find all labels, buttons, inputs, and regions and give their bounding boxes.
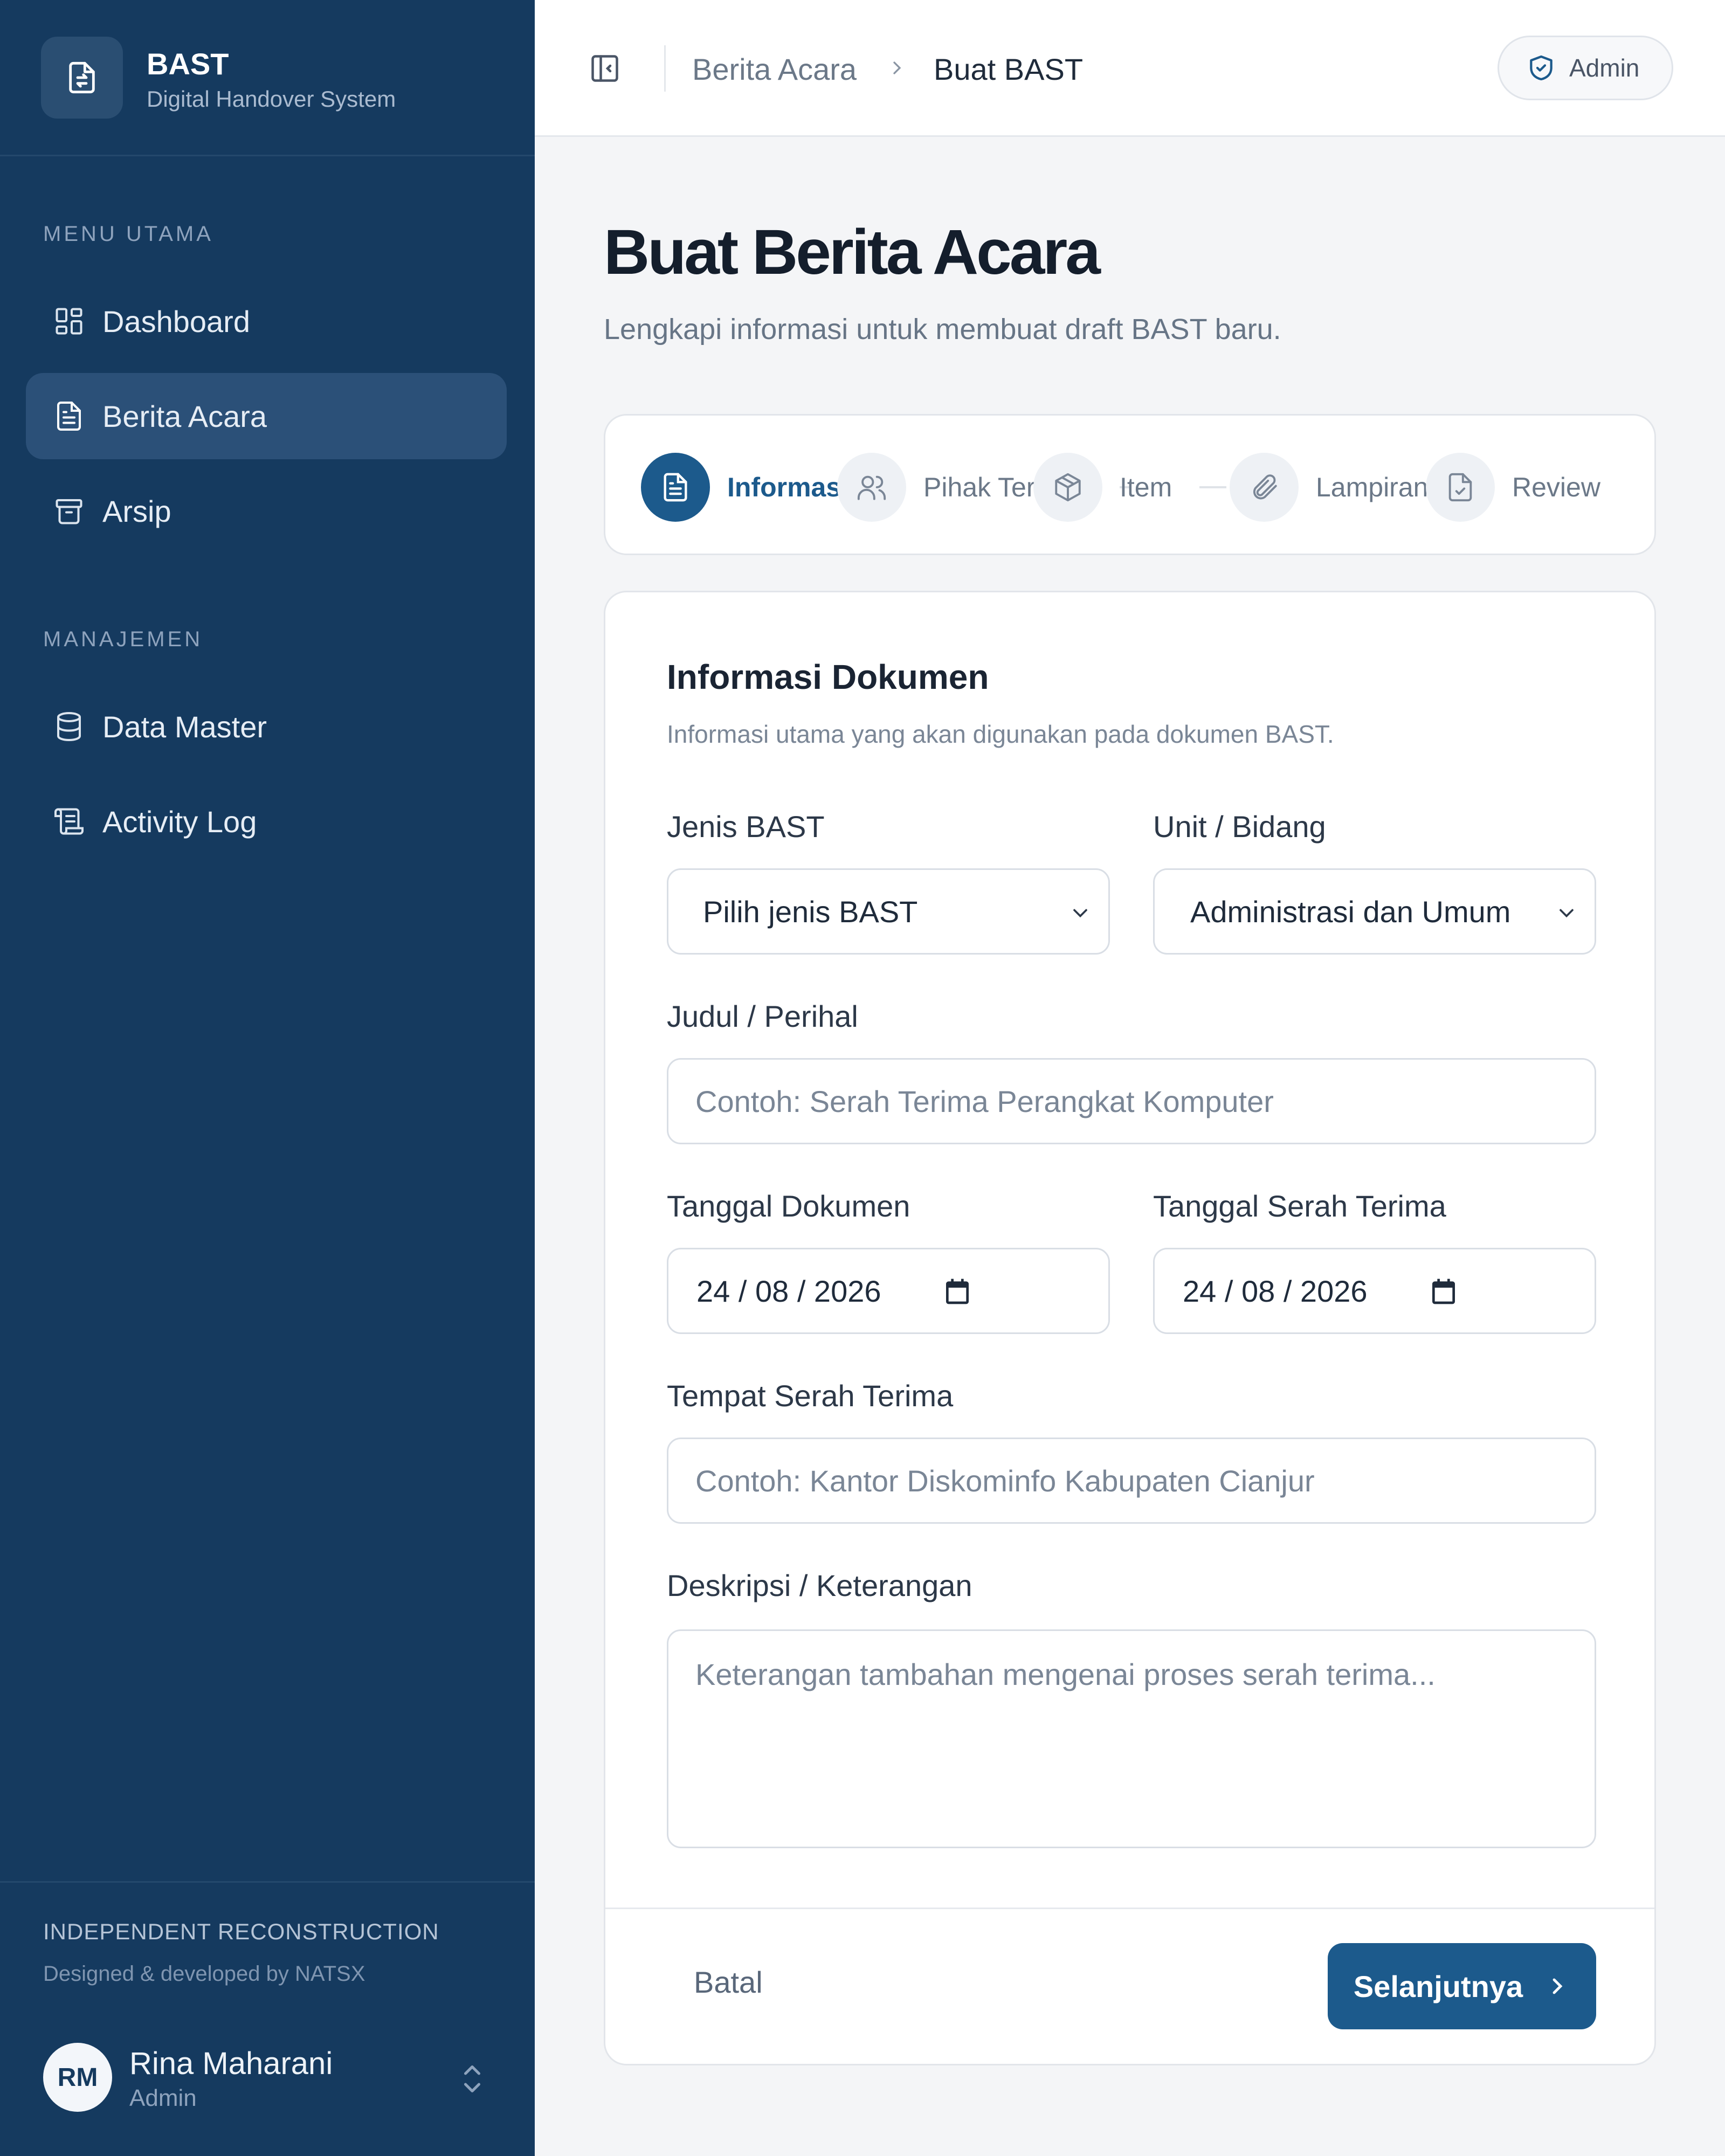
deskripsi-placeholder: Keterangan tambahan mengenai proses sera… (695, 1657, 1436, 1691)
step-lampiran[interactable]: Lampiran (1230, 452, 1429, 522)
chevron-up-down-icon[interactable] (458, 2060, 486, 2098)
unit-bidang-value: Administrasi dan Umum (1190, 894, 1511, 929)
calendar-icon[interactable] (942, 1276, 972, 1307)
breadcrumb-item-current: Buat BAST (934, 52, 1084, 86)
tanggal-dokumen-input[interactable]: 24 / 08 / 2026 (667, 1248, 1110, 1334)
database-icon (52, 709, 86, 744)
chevron-right-icon (1544, 1973, 1570, 1999)
tempat-input[interactable]: Contoh: Kantor Diskominfo Kabupaten Cian… (667, 1438, 1596, 1524)
step-pihak[interactable]: Pihak Ter (837, 452, 1034, 522)
form-section-subtitle: Informasi utama yang akan digunakan pada… (667, 720, 1334, 748)
card-footer-divider (605, 1908, 1654, 1909)
document-transfer-icon (41, 37, 123, 119)
sidebar-item-dashboard[interactable]: Dashboard (26, 278, 507, 364)
jenis-bast-select[interactable]: Pilih jenis BAST (667, 868, 1110, 955)
dashboard-grid-icon (52, 304, 86, 338)
judul-label: Judul / Perihal (667, 999, 858, 1033)
reconstruction-title: INDEPENDENT RECONSTRUCTION (43, 1919, 439, 1944)
avatar[interactable]: RM (43, 2043, 112, 2112)
document-icon (52, 399, 86, 433)
package-icon (1033, 453, 1102, 522)
role-badge-label: Admin (1569, 54, 1640, 82)
sidebar-item-label: Activity Log (102, 804, 257, 839)
user-role: Admin (129, 2085, 197, 2111)
role-badge[interactable]: Admin (1498, 36, 1673, 100)
step-review[interactable]: Review (1426, 452, 1631, 522)
step-label: Pihak Ter (923, 472, 1034, 502)
sidebar-item-arsip[interactable]: Arsip (26, 468, 507, 554)
tanggal-dokumen-label: Tanggal Dokumen (667, 1189, 910, 1223)
next-button[interactable]: Selanjutnya (1328, 1943, 1596, 2029)
divider (664, 45, 666, 92)
section-label-menu-utama: MENU UTAMA (43, 222, 213, 246)
brand-subtitle: Digital Handover System (147, 86, 396, 112)
judul-placeholder: Contoh: Serah Terima Perangkat Komputer (695, 1084, 1274, 1118)
sidebar-toggle-icon[interactable] (589, 52, 621, 85)
calendar-icon[interactable] (1429, 1276, 1459, 1307)
sidebar-item-label: Dashboard (102, 304, 250, 338)
brand-title: BAST (147, 47, 229, 81)
cancel-button[interactable]: Batal (694, 1965, 763, 2000)
stepper: Informasi Pihak Ter Item Lampiran Review (604, 414, 1656, 555)
sidebar-item-label: Data Master (102, 709, 267, 744)
tempat-label: Tempat Serah Terima (667, 1379, 954, 1413)
jenis-bast-value: Pilih jenis BAST (703, 894, 918, 929)
scroll-icon (52, 804, 86, 839)
tempat-placeholder: Contoh: Kantor Diskominfo Kabupaten Cian… (695, 1463, 1315, 1498)
chevron-down-icon (1555, 901, 1578, 925)
tanggal-dokumen-value: 24 / 08 / 2026 (696, 1274, 881, 1308)
sidebar-item-label: Berita Acara (102, 399, 267, 433)
sidebar: BAST Digital Handover System MENU UTAMA … (0, 0, 535, 2156)
tanggal-serah-value: 24 / 08 / 2026 (1183, 1274, 1368, 1308)
tanggal-serah-input[interactable]: 24 / 08 / 2026 (1153, 1248, 1596, 1334)
jenis-bast-label: Jenis BAST (667, 810, 825, 844)
tanggal-serah-label: Tanggal Serah Terima (1153, 1189, 1446, 1223)
chevron-right-icon (886, 57, 908, 79)
sidebar-item-activity-log[interactable]: Activity Log (26, 778, 507, 865)
next-button-label: Selanjutnya (1353, 1969, 1523, 2003)
deskripsi-textarea[interactable]: Keterangan tambahan mengenai proses sera… (667, 1629, 1596, 1848)
unit-bidang-select[interactable]: Administrasi dan Umum (1153, 868, 1596, 955)
sidebar-footer-divider (0, 1881, 535, 1883)
brand-header: BAST Digital Handover System (0, 0, 535, 156)
paperclip-icon (1230, 453, 1299, 522)
top-bar: Berita Acara Buat BAST Admin (535, 0, 1725, 137)
step-item[interactable]: Item (1033, 452, 1211, 522)
step-label: Informasi (727, 472, 840, 502)
user-name[interactable]: Rina Maharani (129, 2046, 333, 2082)
sidebar-item-label: Arsip (102, 494, 171, 528)
shield-check-icon (1526, 53, 1556, 83)
document-icon (641, 453, 710, 522)
breadcrumb-item-berita-acara[interactable]: Berita Acara (692, 52, 857, 87)
judul-input[interactable]: Contoh: Serah Terima Perangkat Komputer (667, 1058, 1596, 1144)
sidebar-item-berita-acara[interactable]: Berita Acara (26, 373, 507, 459)
file-check-icon (1426, 453, 1495, 522)
users-icon (837, 453, 906, 522)
step-label: Item (1120, 472, 1172, 502)
reconstruction-credit: Designed & developed by NATSX (43, 1962, 365, 1986)
chevron-down-icon (1068, 901, 1092, 925)
page-title: Buat Berita Acara (604, 217, 1101, 288)
archive-box-icon (52, 494, 86, 528)
unit-bidang-label: Unit / Bidang (1153, 810, 1326, 844)
deskripsi-label: Deskripsi / Keterangan (667, 1568, 972, 1602)
form-card: Informasi Dokumen Informasi utama yang a… (604, 591, 1656, 2065)
sidebar-item-data-master[interactable]: Data Master (26, 683, 507, 770)
section-label-manajemen: MANAJEMEN (43, 627, 203, 651)
step-label: Lampiran (1316, 472, 1426, 502)
form-section-title: Informasi Dokumen (667, 658, 989, 696)
page-subtitle: Lengkapi informasi untuk membuat draft B… (604, 313, 1281, 345)
step-label: Review (1512, 472, 1600, 502)
step-informasi[interactable]: Informasi (641, 452, 840, 522)
